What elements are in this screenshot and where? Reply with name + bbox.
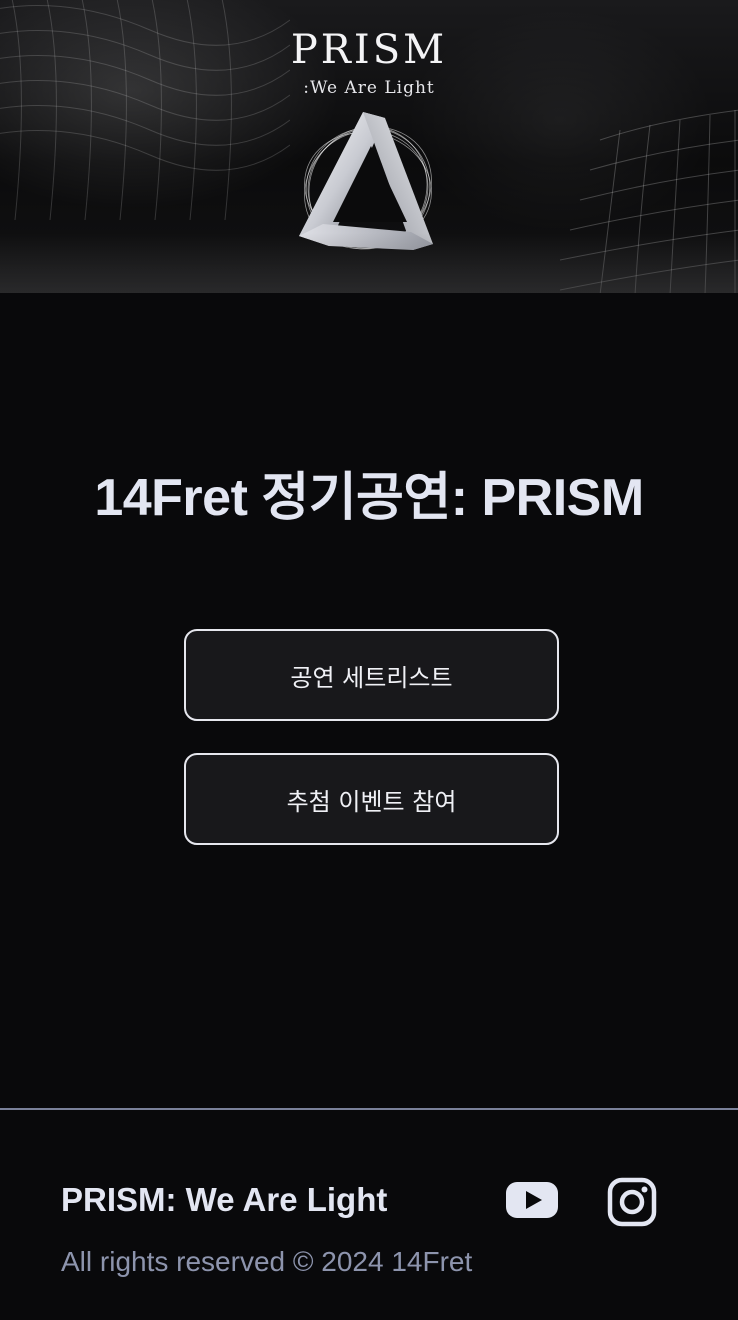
wireframe-mesh-right	[560, 109, 738, 293]
youtube-icon[interactable]	[505, 1180, 559, 1220]
setlist-button[interactable]: 공연 세트리스트	[184, 629, 559, 721]
page-title: 14Fret 정기공연: PRISM	[94, 469, 644, 527]
footer-title: PRISM: We Are Light	[61, 1181, 388, 1218]
instagram-icon[interactable]	[607, 1177, 657, 1227]
copyright-text: All rights reserved © 2024 14Fret	[61, 1246, 473, 1277]
setlist-button-label: 공연 세트리스트	[290, 663, 453, 692]
raffle-event-button[interactable]: 추첨 이벤트 참여	[184, 753, 559, 845]
logo-subtitle: :We Are Light	[303, 78, 435, 98]
footer-divider	[0, 1108, 738, 1110]
logo-title: PRISM	[290, 27, 448, 73]
prism-logo-icon	[299, 112, 433, 250]
raffle-event-button-label: 추첨 이벤트 참여	[286, 787, 457, 816]
header-banner: PRISM :We Are Light	[0, 0, 738, 293]
